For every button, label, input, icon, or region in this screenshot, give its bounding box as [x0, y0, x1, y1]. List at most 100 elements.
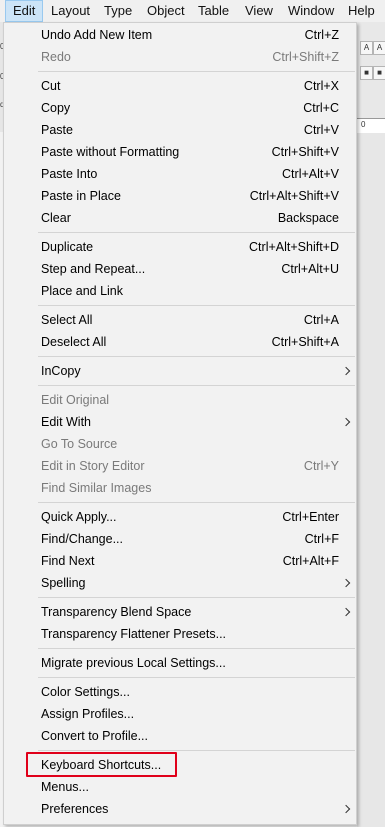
menu-item-label: Transparency Flattener Presets...: [41, 627, 227, 641]
submenu-arrow-icon: [341, 366, 351, 376]
menu-bar: Edit Layout Type Object Table View Windo…: [0, 0, 385, 23]
menubar-view[interactable]: View: [238, 0, 280, 22]
menu-separator: [38, 750, 355, 751]
menu-separator: [38, 305, 355, 306]
ruler-label: 0: [361, 120, 366, 129]
menu-item-label: Quick Apply...: [41, 510, 117, 524]
menu-item-shortcut: Ctrl+Shift+Z: [272, 50, 339, 64]
menu-item-assign-profiles[interactable]: Assign Profiles...: [4, 703, 356, 725]
menu-item-label: Duplicate: [41, 240, 94, 254]
menu-item-clear[interactable]: Clear Backspace: [4, 207, 356, 229]
menu-item-label: Find Next: [41, 554, 95, 568]
menu-item-undo-add-new-item[interactable]: Undo Add New Item Ctrl+Z: [4, 24, 356, 46]
menu-item-migrate-previous-local-settings[interactable]: Migrate previous Local Settings...: [4, 652, 356, 674]
menu-item-select-all[interactable]: Select All Ctrl+A: [4, 309, 356, 331]
char-control-button[interactable]: ■: [373, 66, 385, 80]
menu-item-color-settings[interactable]: Color Settings...: [4, 681, 356, 703]
menu-separator: [38, 232, 355, 233]
menu-item-shortcut: Ctrl+Shift+V: [271, 145, 339, 159]
menu-separator: [38, 597, 355, 598]
menu-item-label: Go To Source: [41, 437, 118, 451]
submenu-arrow-icon: [341, 804, 351, 814]
char-control-button[interactable]: A: [360, 41, 373, 55]
menu-item-find-change[interactable]: Find/Change... Ctrl+F: [4, 528, 356, 550]
menu-separator: [38, 385, 355, 386]
menu-item-label: InCopy: [41, 364, 81, 378]
menu-item-edit-in-story-editor[interactable]: Edit in Story Editor Ctrl+Y: [4, 455, 356, 477]
menu-item-paste-without-formatting[interactable]: Paste without Formatting Ctrl+Shift+V: [4, 141, 356, 163]
menu-separator: [38, 648, 355, 649]
menu-item-label: Find Similar Images: [41, 481, 152, 495]
menu-item-label: Undo Add New Item: [41, 28, 153, 42]
menubar-type[interactable]: Type: [97, 0, 139, 22]
menu-item-step-and-repeat[interactable]: Step and Repeat... Ctrl+Alt+U: [4, 258, 356, 280]
edit-menu-dropdown: Undo Add New Item Ctrl+Z Redo Ctrl+Shift+Z C…: [3, 22, 357, 825]
menu-item-menus[interactable]: Menus...: [4, 776, 356, 798]
menubar-help[interactable]: Help: [341, 0, 382, 22]
menu-item-duplicate[interactable]: Duplicate Ctrl+Alt+Shift+D: [4, 236, 356, 258]
menu-item-place-and-link[interactable]: Place and Link: [4, 280, 356, 302]
highlight-outline: [26, 752, 177, 777]
char-control-button[interactable]: A: [373, 41, 385, 55]
submenu-arrow-icon: [341, 417, 351, 427]
menu-item-label: Edit With: [41, 415, 92, 429]
menu-item-label: Transparency Blend Space: [41, 605, 192, 619]
menu-item-label: Find/Change...: [41, 532, 123, 546]
submenu-arrow-icon: [341, 578, 351, 588]
menu-item-transparency-blend-space[interactable]: Transparency Blend Space: [4, 601, 356, 623]
menu-item-shortcut: Backspace: [277, 211, 339, 225]
menu-item-edit-original[interactable]: Edit Original: [4, 389, 356, 411]
menu-item-convert-to-profile[interactable]: Convert to Profile...: [4, 725, 356, 747]
menu-item-go-to-source[interactable]: Go To Source: [4, 433, 356, 455]
menu-item-shortcut: Ctrl+F: [304, 532, 339, 546]
menu-separator: [38, 677, 355, 678]
menu-item-paste-into[interactable]: Paste Into Ctrl+Alt+V: [4, 163, 356, 185]
menubar-table[interactable]: Table: [191, 0, 236, 22]
menu-item-shortcut: Ctrl+Alt+Shift+D: [249, 240, 339, 254]
menubar-edit[interactable]: Edit: [5, 0, 44, 22]
menu-item-label: Assign Profiles...: [41, 707, 135, 721]
menu-item-label: Redo: [41, 50, 71, 64]
menu-item-label: Paste in Place: [41, 189, 121, 203]
menu-item-find-similar-images[interactable]: Find Similar Images: [4, 477, 356, 499]
menubar-window[interactable]: Window: [281, 0, 341, 22]
menu-item-shortcut: Ctrl+Shift+A: [271, 335, 339, 349]
menu-item-shortcut: Ctrl+X: [303, 79, 339, 93]
menu-item-label: Step and Repeat...: [41, 262, 146, 276]
menu-item-shortcut: Ctrl+Alt+U: [281, 262, 339, 276]
horizontal-ruler: 0: [357, 118, 385, 133]
menu-item-spelling[interactable]: Spelling: [4, 572, 356, 594]
menu-item-quick-apply[interactable]: Quick Apply... Ctrl+Enter: [4, 506, 356, 528]
menu-item-cut[interactable]: Cut Ctrl+X: [4, 75, 356, 97]
menu-item-label: Preferences: [41, 802, 109, 816]
menu-item-label: Paste without Formatting: [41, 145, 180, 159]
menu-item-shortcut: Ctrl+Alt+F: [282, 554, 339, 568]
menubar-layout[interactable]: Layout: [44, 0, 97, 22]
menu-item-paste-in-place[interactable]: Paste in Place Ctrl+Alt+Shift+V: [4, 185, 356, 207]
menu-item-label: Menus...: [41, 780, 89, 794]
menu-item-label: Copy: [41, 101, 71, 115]
menu-item-shortcut: Ctrl+V: [303, 123, 339, 137]
menu-item-label: Color Settings...: [41, 685, 130, 699]
menu-item-incopy[interactable]: InCopy: [4, 360, 356, 382]
menu-item-edit-with[interactable]: Edit With: [4, 411, 356, 433]
menu-item-transparency-flattener-presets[interactable]: Transparency Flattener Presets...: [4, 623, 356, 645]
menu-item-paste[interactable]: Paste Ctrl+V: [4, 119, 356, 141]
pasteboard: [357, 133, 385, 827]
char-control-button[interactable]: ■: [360, 66, 373, 80]
menu-item-label: Edit in Story Editor: [41, 459, 145, 473]
menu-item-label: Migrate previous Local Settings...: [41, 656, 226, 670]
menu-item-shortcut: Ctrl+Alt+V: [282, 167, 339, 181]
menu-item-label: Select All: [41, 313, 93, 327]
menu-item-deselect-all[interactable]: Deselect All Ctrl+Shift+A: [4, 331, 356, 353]
menubar-object[interactable]: Object: [140, 0, 192, 22]
menu-item-preferences[interactable]: Preferences: [4, 798, 356, 820]
menu-item-label: Spelling: [41, 576, 86, 590]
menu-item-find-next[interactable]: Find Next Ctrl+Alt+F: [4, 550, 356, 572]
menu-separator: [38, 71, 355, 72]
background-toolbar-right: A A ■ ■: [357, 22, 385, 132]
menu-item-copy[interactable]: Copy Ctrl+C: [4, 97, 356, 119]
menu-item-redo[interactable]: Redo Ctrl+Shift+Z: [4, 46, 356, 68]
submenu-arrow-icon: [341, 607, 351, 617]
menu-separator: [38, 502, 355, 503]
